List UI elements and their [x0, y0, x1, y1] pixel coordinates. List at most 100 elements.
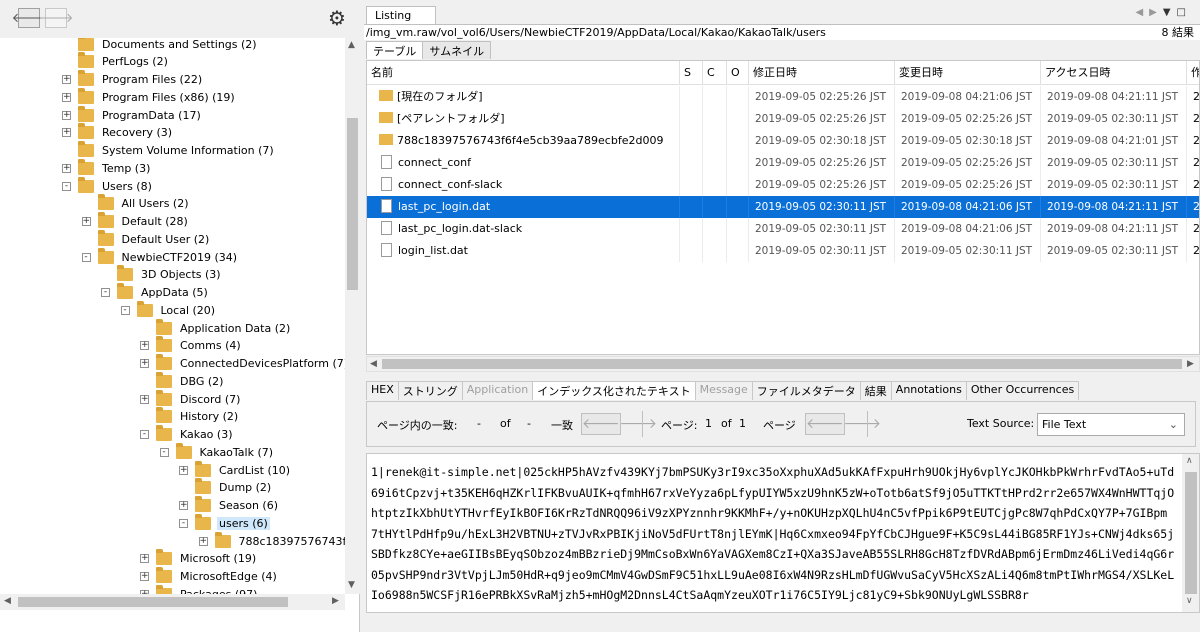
tab-table[interactable]: テーブル	[366, 41, 424, 59]
scroll-up-icon[interactable]: ∧	[1186, 456, 1193, 466]
tree-node[interactable]: System Volume Information (7)	[62, 141, 276, 160]
tab-next-icon[interactable]: ▶	[1149, 7, 1163, 18]
text-source-select[interactable]: File Text ⌄	[1037, 413, 1185, 436]
tree-node[interactable]: - AppData (5)	[101, 283, 210, 302]
tree-node[interactable]: - Kakao (3)	[140, 425, 235, 444]
tab-hex[interactable]: HEX	[366, 381, 399, 400]
expand-icon[interactable]: +	[62, 128, 71, 138]
text-vertical-scroll-thumb[interactable]	[1185, 472, 1197, 594]
expand-icon[interactable]: +	[62, 75, 71, 84]
tree-node[interactable]: Application Data (2)	[140, 318, 292, 337]
tree-node[interactable]: All Users (2)	[82, 194, 191, 213]
tree-node[interactable]: +Packages (97)	[140, 584, 259, 594]
scroll-right-icon[interactable]: ▶	[332, 596, 339, 606]
next-page-icon[interactable]: 🡒	[844, 416, 882, 432]
match-nav-buttons[interactable]: 🡐🡒	[581, 413, 657, 435]
gear-icon[interactable]: ⚙	[326, 6, 348, 30]
scroll-down-icon[interactable]: ▼	[348, 580, 355, 590]
tree-node[interactable]: - Local (20)	[120, 300, 218, 319]
tree-node[interactable]: DBG (2)	[140, 371, 225, 390]
tree-node[interactable]: History (2)	[140, 407, 240, 426]
column-header-modified[interactable]: 修正日時	[749, 61, 895, 85]
tree-node[interactable]: Dump (2)	[179, 478, 273, 497]
collapse-icon[interactable]: -	[81, 252, 91, 262]
tab-thumbnail[interactable]: サムネイル	[422, 41, 492, 59]
tab-message[interactable]: Message	[694, 381, 753, 400]
collapse-icon[interactable]: -	[159, 447, 169, 457]
column-header-s[interactable]: S	[680, 61, 703, 85]
indexed-text-content[interactable]: 1|renek@it-simple.net|025ckHP5hAVzfv439K…	[371, 462, 1179, 606]
table-row[interactable]: connect_conf 2019-09-05 02:25:26 JST 2019-…	[367, 152, 1199, 174]
indexed-text-view[interactable]: 1|renek@it-simple.net|025ckHP5hAVzfv439K…	[366, 453, 1200, 613]
tree-node[interactable]: - Users (8)	[62, 176, 154, 195]
tree-node[interactable]: 3D Objects (3)	[101, 265, 223, 284]
tab-prev-icon[interactable]: ◀	[1135, 7, 1149, 18]
column-header-created[interactable]: 作	[1187, 61, 1199, 85]
expand-icon[interactable]: +	[198, 536, 208, 546]
expand-icon[interactable]: +	[140, 341, 149, 351]
expand-icon[interactable]: +	[179, 501, 188, 510]
tree-node[interactable]: + Program Files (x86) (19)	[62, 87, 237, 106]
column-header-o[interactable]: O	[727, 61, 749, 85]
tree-node[interactable]: - users (6)	[179, 513, 270, 532]
expand-icon[interactable]: +	[179, 465, 188, 475]
tree-node[interactable]: + Discord (7)	[140, 389, 242, 408]
tree-horizontal-scroll-thumb[interactable]	[18, 597, 288, 607]
tab-results[interactable]: 結果	[859, 381, 892, 400]
tree-vertical-scroll-thumb[interactable]	[347, 118, 358, 290]
column-header-accessed[interactable]: アクセス日時	[1041, 61, 1187, 85]
expand-icon[interactable]: +	[140, 554, 149, 564]
forward-button[interactable]: 🡒	[39, 8, 73, 28]
expand-icon[interactable]: +	[62, 163, 71, 173]
tree-node[interactable]: + Season (6)	[179, 496, 280, 515]
expand-icon[interactable]: +	[140, 572, 149, 581]
tree-node[interactable]: + Program Files (22)	[62, 70, 204, 89]
table-row[interactable]: login_list.dat 2019-09-05 02:30:11 JST 201…	[367, 240, 1199, 262]
scroll-up-icon[interactable]: ▲	[348, 40, 355, 50]
table-row[interactable]: last_pc_login.dat-slack 2019-09-05 02:30:…	[367, 218, 1199, 240]
tree-node[interactable]: PerfLogs (2)	[62, 52, 170, 71]
tree-node[interactable]: + Recovery (3)	[62, 123, 174, 142]
scroll-down-icon[interactable]: ∨	[1186, 596, 1193, 606]
collapse-icon[interactable]: -	[179, 518, 188, 528]
column-header-name[interactable]: 名前	[367, 61, 680, 85]
tree-node[interactable]: + ConnectedDevicesPlatform (7)	[140, 354, 345, 373]
scroll-right-icon[interactable]: ▶	[1187, 359, 1194, 369]
tree-node[interactable]: + Default (28)	[81, 212, 190, 231]
column-header-changed[interactable]: 変更日時	[895, 61, 1041, 85]
expand-icon[interactable]: +	[81, 217, 91, 226]
prev-match-icon[interactable]: 🡐	[582, 416, 620, 432]
listing-tab[interactable]: Listing	[366, 6, 436, 25]
expand-icon[interactable]: +	[62, 110, 71, 120]
tree-node[interactable]: + Temp (3)	[62, 158, 152, 177]
tree-node[interactable]: + ProgramData (17)	[62, 105, 203, 124]
back-button[interactable]: 🡐	[12, 8, 46, 28]
tree-node[interactable]: +788c18397576743f6f4e	[198, 531, 345, 550]
table-row[interactable]: last_pc_login.dat 2019-09-05 02:30:11 JST…	[367, 196, 1199, 218]
tree-node[interactable]: + CardList (10)	[179, 460, 292, 479]
table-horizontal-scroll-thumb[interactable]	[382, 359, 1182, 369]
page-nav-buttons[interactable]: 🡐🡒	[805, 413, 881, 435]
tree-node[interactable]: Default User (2)	[82, 229, 212, 248]
table-row[interactable]: connect_conf-slack 2019-09-05 02:25:26 JS…	[367, 174, 1199, 196]
tab-file-metadata[interactable]: ファイルメタデータ	[751, 381, 861, 400]
expand-icon[interactable]: +	[140, 394, 149, 404]
tree-node[interactable]: + Microsoft (19)	[140, 549, 258, 568]
tree-node[interactable]: + Comms (4)	[140, 336, 243, 355]
tab-strings[interactable]: ストリング	[397, 381, 463, 400]
tab-annotations[interactable]: Annotations	[890, 381, 967, 400]
collapse-icon[interactable]: -	[62, 181, 71, 191]
next-match-icon[interactable]: 🡒	[620, 416, 658, 432]
collapse-icon[interactable]: -	[101, 288, 110, 297]
tab-other-occurrences[interactable]: Other Occurrences	[965, 381, 1080, 400]
tab-indexed-text[interactable]: インデックス化されたテキスト	[532, 381, 696, 400]
collapse-icon[interactable]: -	[120, 305, 130, 315]
prev-page-icon[interactable]: 🡐	[806, 416, 844, 432]
column-header-c[interactable]: C	[703, 61, 727, 85]
collapse-icon[interactable]: -	[140, 430, 149, 439]
tree-node[interactable]: - KakaoTalk (7)	[159, 442, 276, 461]
table-row[interactable]: [ペアレントフォルダ] 2019-09-05 02:25:26 JST 2019-0…	[367, 108, 1199, 130]
tree-node[interactable]: + MicrosoftEdge (4)	[140, 567, 279, 586]
table-row[interactable]: [現在のフォルダ] 2019-09-05 02:25:26 JST 2019-09-…	[367, 86, 1199, 108]
expand-icon[interactable]: +	[140, 359, 149, 368]
